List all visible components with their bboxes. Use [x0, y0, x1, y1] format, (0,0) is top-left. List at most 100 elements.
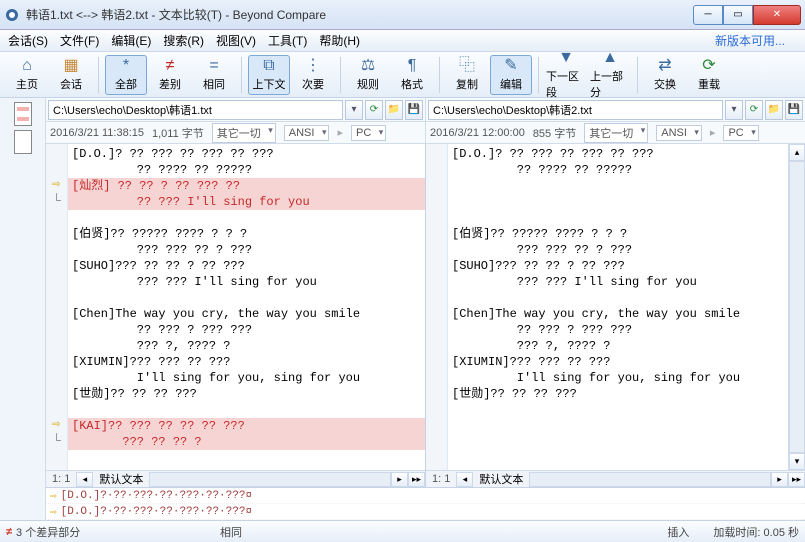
text-line[interactable] — [448, 434, 788, 450]
text-line[interactable]: [世勋]?? ?? ?? ??? — [448, 386, 788, 402]
prevpart-button[interactable]: ▲上一部分 — [589, 55, 631, 95]
text-line[interactable]: [世勋]?? ?? ?? ??? — [68, 386, 425, 402]
scroll-track[interactable] — [529, 472, 771, 487]
scroll-fastright-button[interactable]: ▸▸ — [788, 472, 805, 487]
scroll-right-button[interactable]: ▸ — [771, 472, 788, 487]
text-line[interactable]: [D.O.]? ?? ??? ?? ??? ?? ??? — [68, 146, 425, 162]
menu-session[interactable]: 会话(S) — [8, 32, 48, 49]
gutter-marker — [426, 336, 447, 352]
text-line[interactable]: ??? ?? ?? ? — [68, 434, 425, 450]
status-mode: 插入 — [667, 524, 689, 540]
text-line[interactable]: ??? ??? I'll sing for you — [68, 274, 425, 290]
text-line[interactable]: ??? ?, ???? ? — [448, 338, 788, 354]
text-line[interactable] — [448, 194, 788, 210]
text-line[interactable] — [68, 210, 425, 226]
gutter-marker — [426, 304, 447, 320]
scroll-fastright-button[interactable]: ▸▸ — [408, 472, 425, 487]
menu-view[interactable]: 视图(V) — [216, 32, 256, 49]
left-thumbnail[interactable] — [14, 102, 32, 126]
left-path-dropdown[interactable]: ▾ — [345, 100, 363, 120]
text-line[interactable]: [XIUMIN]??? ??? ?? ??? — [448, 354, 788, 370]
menu-search[interactable]: 搜索(R) — [163, 32, 204, 49]
minimize-button[interactable]: ─ — [693, 5, 723, 25]
scroll-up-button[interactable]: ▴ — [789, 144, 805, 161]
text-line[interactable] — [448, 418, 788, 434]
menu-edit[interactable]: 编辑(E) — [111, 32, 151, 49]
text-line[interactable]: I'll sing for you, sing for you — [448, 370, 788, 386]
diff-button[interactable]: ≠差别 — [149, 55, 191, 95]
update-link[interactable]: 新版本可用... — [715, 32, 785, 49]
text-line[interactable]: [SUHO]??? ?? ?? ? ?? ??? — [68, 258, 425, 274]
text-line[interactable]: [XIUMIN]??? ??? ?? ??? — [68, 354, 425, 370]
left-path-input[interactable] — [48, 100, 343, 120]
scroll-down-button[interactable]: ▾ — [789, 453, 805, 470]
same-button[interactable]: =相同 — [193, 55, 235, 95]
text-line[interactable] — [68, 402, 425, 418]
right-save-button[interactable]: 💾 — [785, 100, 803, 120]
sessions-button[interactable]: ▦会话 — [50, 55, 92, 95]
format-button[interactable]: ¶格式 — [391, 55, 433, 95]
home-button[interactable]: ⌂主页 — [6, 55, 48, 95]
text-line[interactable] — [448, 210, 788, 226]
text-line[interactable]: [SUHO]??? ?? ?? ? ?? ??? — [448, 258, 788, 274]
right-thumbnail[interactable] — [14, 130, 32, 154]
swap-button[interactable]: ⇄交换 — [644, 55, 686, 95]
nextsection-button[interactable]: ▼下一区段 — [545, 55, 587, 95]
maximize-button[interactable]: ▭ — [723, 5, 753, 25]
right-open-button[interactable]: 📁 — [765, 100, 783, 120]
text-line[interactable]: ??? ??? ?? ? ??? — [68, 242, 425, 258]
scroll-left-button[interactable]: ◂ — [456, 472, 473, 487]
right-encoding-dropdown[interactable]: ANSI — [656, 125, 702, 141]
text-line[interactable] — [448, 178, 788, 194]
text-line[interactable]: [D.O.]? ?? ??? ?? ??? ?? ??? — [448, 146, 788, 162]
menu-help[interactable]: 帮助(H) — [319, 32, 360, 49]
text-line[interactable]: [Chen]The way you cry, the way you smile — [448, 306, 788, 322]
menu-tools[interactable]: 工具(T) — [268, 32, 307, 49]
all-button[interactable]: *全部 — [105, 55, 147, 95]
text-line[interactable]: ?? ??? I'll sing for you — [68, 194, 425, 210]
text-line[interactable]: ??? ??? I'll sing for you — [448, 274, 788, 290]
text-line[interactable] — [448, 402, 788, 418]
vscroll-track[interactable] — [789, 161, 805, 453]
rules-button[interactable]: ⚖规则 — [347, 55, 389, 95]
text-line[interactable]: ?? ???? ?? ????? — [68, 162, 425, 178]
copy-button[interactable]: ⿻复制 — [446, 55, 488, 95]
right-path-dropdown[interactable]: ▾ — [725, 100, 743, 120]
text-line[interactable] — [68, 290, 425, 306]
scroll-right-button[interactable]: ▸ — [391, 472, 408, 487]
text-line[interactable]: I'll sing for you, sing for you — [68, 370, 425, 386]
text-line[interactable]: [Chen]The way you cry, the way you smile — [68, 306, 425, 322]
right-text[interactable]: [D.O.]? ?? ??? ?? ??? ?? ??? ?? ???? ?? … — [448, 144, 788, 470]
left-other-dropdown[interactable]: 其它一切 — [212, 123, 276, 143]
text-line[interactable]: [伯贤]?? ????? ???? ? ? ? — [68, 226, 425, 242]
text-line[interactable] — [448, 290, 788, 306]
scroll-left-button[interactable]: ◂ — [76, 472, 93, 487]
right-other-dropdown[interactable]: 其它一切 — [584, 123, 648, 143]
left-os-dropdown[interactable]: PC — [351, 125, 386, 141]
text-line[interactable]: ??? ??? ?? ? ??? — [448, 242, 788, 258]
minor-button[interactable]: ⋮次要 — [292, 55, 334, 95]
text-line[interactable]: [伯贤]?? ????? ???? ? ? ? — [448, 226, 788, 242]
left-encoding-dropdown[interactable]: ANSI — [284, 125, 330, 141]
left-refresh-button[interactable]: ⟳ — [365, 100, 383, 120]
vertical-scrollbar[interactable]: ▴ ▾ — [788, 144, 805, 470]
left-open-button[interactable]: 📁 — [385, 100, 403, 120]
right-path-input[interactable] — [428, 100, 723, 120]
menu-file[interactable]: 文件(F) — [60, 32, 99, 49]
text-line[interactable]: ??? ?, ???? ? — [68, 338, 425, 354]
text-line[interactable]: ?? ??? ? ??? ??? — [68, 322, 425, 338]
text-line[interactable]: ?? ??? ? ??? ??? — [448, 322, 788, 338]
text-line[interactable]: [KAI]?? ??? ?? ?? ?? ??? — [68, 418, 425, 434]
right-os-dropdown[interactable]: PC — [723, 125, 758, 141]
reload-button[interactable]: ⟳重载 — [688, 55, 730, 95]
close-button[interactable]: ✕ — [753, 5, 801, 25]
left-text[interactable]: [D.O.]? ?? ??? ?? ??? ?? ??? ?? ???? ?? … — [68, 144, 425, 470]
left-save-button[interactable]: 💾 — [405, 100, 423, 120]
right-refresh-button[interactable]: ⟳ — [745, 100, 763, 120]
menubar: 会话(S) 文件(F) 编辑(E) 搜索(R) 视图(V) 工具(T) 帮助(H… — [0, 30, 805, 52]
text-line[interactable]: ?? ???? ?? ????? — [448, 162, 788, 178]
editmode-button[interactable]: ✎编辑 — [490, 55, 532, 95]
context-button[interactable]: ⧉上下文 — [248, 55, 290, 95]
scroll-track[interactable] — [149, 472, 391, 487]
text-line[interactable]: [灿烈] ?? ?? ? ?? ??? ?? — [68, 178, 425, 194]
